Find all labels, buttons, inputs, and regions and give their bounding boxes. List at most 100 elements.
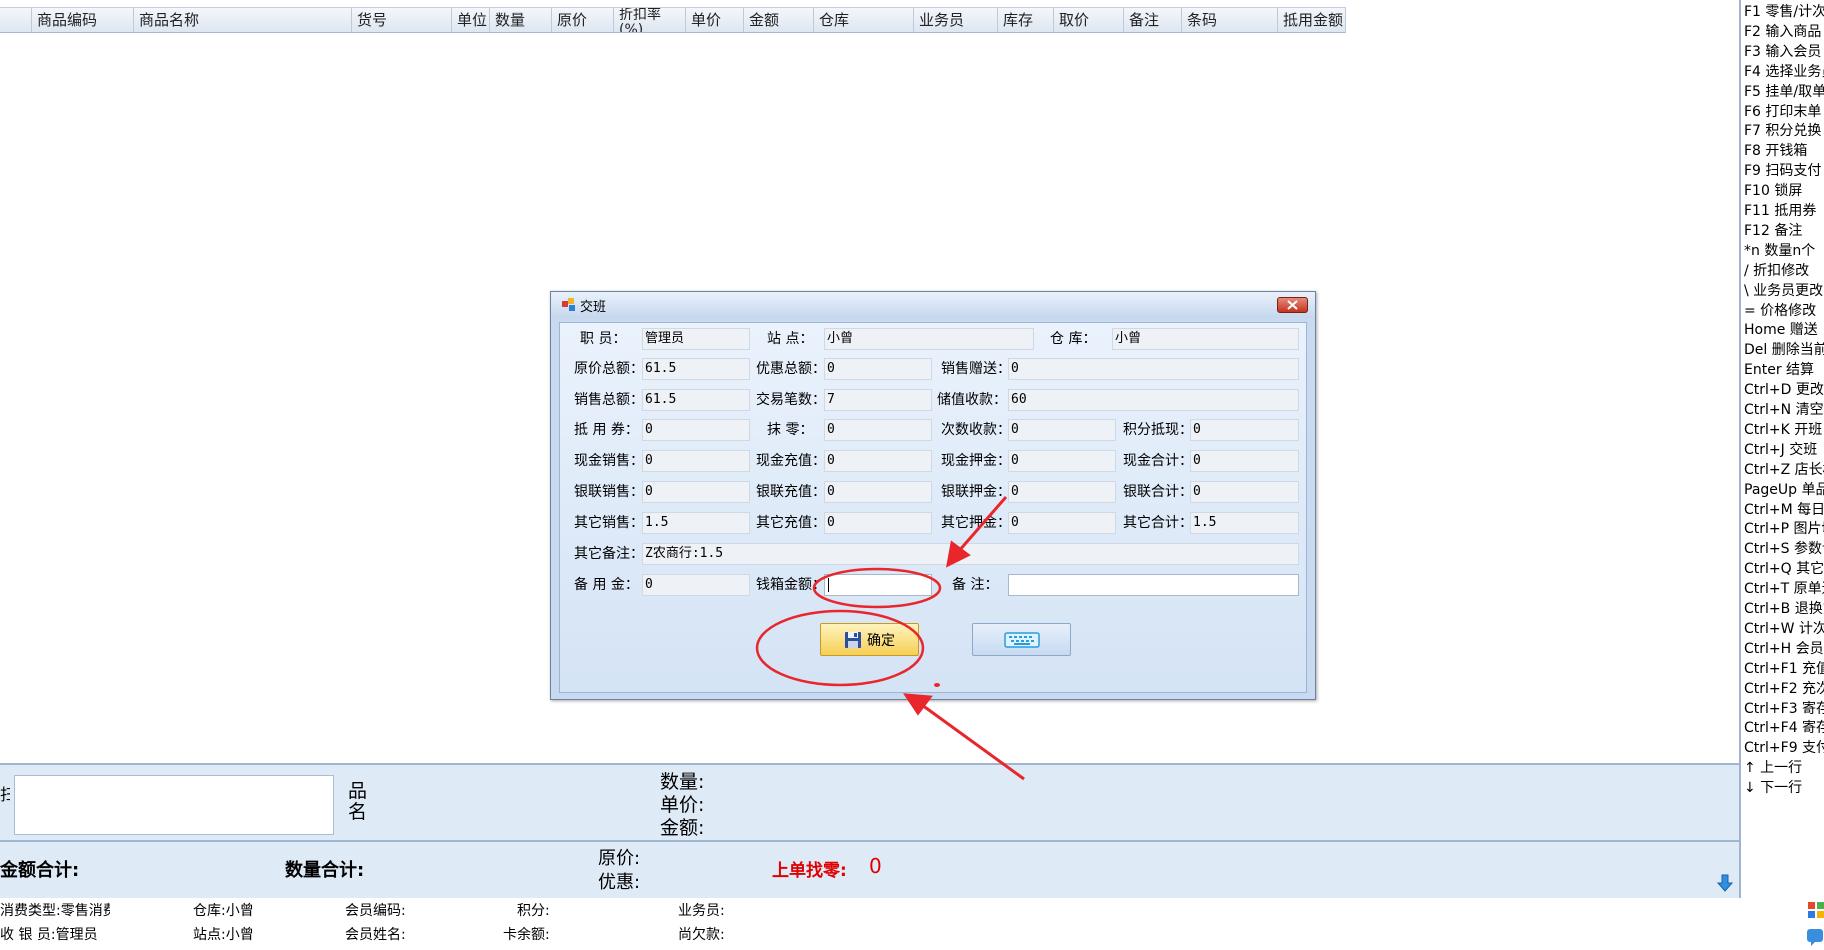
dialog-titlebar[interactable]: 交班 [551, 292, 1315, 318]
hotkey-item[interactable]: Ctrl+D 更改单 [1744, 380, 1824, 400]
hotkey-item[interactable]: Ctrl+Q 其它收 [1744, 559, 1824, 579]
field-unionpay-sales: 0 [642, 481, 750, 503]
hotkey-item[interactable]: Ctrl+P 图片切 [1744, 519, 1824, 539]
label-count-income: 次数收款： [941, 422, 1011, 438]
hotkey-item[interactable]: F9 扫码支付 [1744, 161, 1821, 181]
hotkey-item[interactable]: Ctrl+F4 寄存取 [1744, 718, 1824, 738]
confirm-button[interactable]: 确定 [820, 623, 919, 656]
hotkey-item[interactable]: *n 数量n个 [1744, 241, 1815, 261]
hotkey-item[interactable]: ↓ 下一行 [1744, 778, 1802, 798]
hotkey-item[interactable]: Ctrl+M 每日对 [1744, 500, 1824, 520]
chat-icon[interactable] [1806, 928, 1824, 946]
hotkey-item[interactable]: Ctrl+N 清空 [1744, 400, 1824, 420]
hotkey-item[interactable]: F8 开钱箱 [1744, 141, 1807, 161]
status-warehouse: 仓库:小曾 [193, 903, 254, 919]
hotkey-item[interactable]: Ctrl+F1 充值 [1744, 659, 1824, 679]
col-discount-rate[interactable]: 折扣率(%) [614, 8, 686, 32]
hotkey-item[interactable]: Ctrl+W 计次消 [1744, 619, 1824, 639]
hotkey-item[interactable]: Ctrl+S 参数设 [1744, 539, 1824, 559]
remark-input[interactable] [1008, 574, 1299, 596]
col-warehouse[interactable]: 仓库 [814, 8, 914, 32]
hotkey-item[interactable]: Ctrl+B 退换货 [1744, 599, 1824, 619]
soft-keyboard-button[interactable] [972, 623, 1071, 656]
field-petty-cash[interactable]: 0 [642, 574, 750, 596]
label-employee: 职 员： [580, 331, 627, 347]
field-other-deposit: 0 [1008, 512, 1116, 534]
hotkey-item[interactable]: F10 锁屏 [1744, 181, 1802, 201]
keyboard-icon [1003, 631, 1040, 648]
hotkey-item[interactable]: Ctrl+F3 寄存 [1744, 699, 1824, 719]
barcode-label: 扫描 [0, 785, 10, 804]
scroll-down-icon[interactable] [1716, 874, 1734, 892]
status-bar: 消费类型:零售消费 仓库:小曾 会员编码: 积分: 业务员: 收 银 员:管理员… [0, 898, 1824, 946]
text-caret [828, 578, 829, 592]
label-points-cash: 积分抵现： [1123, 422, 1193, 438]
hotkey-item[interactable]: / 折扣修改 [1744, 261, 1809, 281]
hotkey-item[interactable]: Ctrl+Z 店长权 [1744, 460, 1824, 480]
hotkey-item[interactable]: F11 抵用券 [1744, 201, 1816, 221]
label-stored-value-income: 储值收款： [937, 392, 1007, 408]
field-unionpay-deposit: 0 [1008, 481, 1116, 503]
hotkey-item[interactable]: Ctrl+F9 支付 [1744, 738, 1824, 758]
product-grid-header: 商品编码 商品名称 货号 单位 数量 原价 折扣率(%) 单价 金额 仓库 业务… [0, 7, 1346, 33]
label-other-remark: 其它备注： [574, 546, 644, 562]
app-grid-icon[interactable] [1808, 902, 1824, 918]
field-unionpay-total: 0 [1190, 481, 1299, 503]
col-quantity[interactable]: 数量 [490, 8, 552, 32]
close-icon [1287, 300, 1298, 310]
field-discount-total: 0 [824, 358, 932, 380]
label-other-total: 其它合计： [1123, 515, 1193, 531]
col-product-code[interactable]: 商品编码 [32, 8, 134, 32]
hotkey-item[interactable]: F5 挂单/取单 [1744, 82, 1824, 102]
hotkey-item[interactable]: Enter 结算 [1744, 360, 1814, 380]
label-cashbox-amount: 钱箱金额： [756, 577, 826, 593]
field-warehouse: 小曾 [1112, 328, 1299, 350]
dialog-close-button[interactable] [1277, 297, 1308, 313]
hotkey-item[interactable]: F2 输入商品 [1744, 22, 1821, 42]
hotkey-item[interactable]: = 价格修改 [1744, 301, 1816, 321]
hotkey-item[interactable]: ↑ 上一行 [1744, 758, 1802, 778]
col-price-source[interactable]: 取价 [1054, 8, 1124, 32]
hotkey-item[interactable]: PageUp 单品折 [1744, 480, 1824, 500]
barcode-input[interactable] [14, 775, 334, 835]
amount-total-label: 金额合计: [0, 860, 80, 881]
status-points: 积分: [517, 903, 550, 919]
col-remark[interactable]: 备注 [1124, 8, 1182, 32]
hotkey-item[interactable]: Ctrl+T 原单退 [1744, 579, 1824, 599]
col-amount[interactable]: 金额 [744, 8, 814, 32]
hotkey-item[interactable]: Ctrl+F2 充次 [1744, 679, 1824, 699]
hotkey-item[interactable]: \ 业务员更改 [1744, 281, 1823, 301]
hotkey-item[interactable]: F1 零售/计次 [1744, 2, 1824, 22]
hotkey-item[interactable]: F4 选择业务员 [1744, 62, 1824, 82]
label-petty-cash: 备 用 金： [574, 577, 639, 593]
hotkey-item[interactable]: Ctrl+K 开班 [1744, 420, 1822, 440]
cashbox-amount-input[interactable] [824, 574, 932, 596]
last-change-value: 0 [869, 854, 882, 878]
col-item-number[interactable]: 货号 [352, 8, 452, 32]
status-member-code: 会员编码: [345, 903, 406, 919]
col-barcode[interactable]: 条码 [1182, 8, 1278, 32]
hotkey-item[interactable]: Home 赠送 [1744, 320, 1818, 340]
col-unit-price[interactable]: 单价 [686, 8, 744, 32]
col-stock[interactable]: 库存 [998, 8, 1054, 32]
col-original-price[interactable]: 原价 [552, 8, 614, 32]
hotkey-item[interactable]: Del 删除当前 [1744, 340, 1824, 360]
field-stored-value-income: 60 [1008, 389, 1299, 411]
field-other-sales: 1.5 [642, 512, 750, 534]
hotkey-item[interactable]: Ctrl+H 会员管 [1744, 639, 1824, 659]
field-unionpay-recharge: 0 [824, 481, 932, 503]
label-station: 站 点： [767, 331, 814, 347]
hotkey-item[interactable]: Ctrl+J 交班 [1744, 440, 1817, 460]
col-salesperson[interactable]: 业务员 [914, 8, 998, 32]
confirm-button-label: 确定 [867, 632, 895, 649]
shift-handover-dialog: 交班 职 员： 管理员 站 点： 小曾 仓 库： 小曾 原价总额： 61.5 优… [550, 291, 1316, 700]
field-voucher: 0 [642, 419, 750, 441]
col-unit[interactable]: 单位 [452, 8, 490, 32]
col-product-name[interactable]: 商品名称 [134, 8, 352, 32]
col-voucher-amount[interactable]: 抵用金额 [1278, 8, 1346, 32]
label-other-recharge: 其它充值： [756, 515, 826, 531]
hotkey-item[interactable]: F6 打印末单 [1744, 102, 1821, 122]
hotkey-item[interactable]: F3 输入会员 [1744, 42, 1821, 62]
hotkey-item[interactable]: F12 备注 [1744, 221, 1802, 241]
hotkey-item[interactable]: F7 积分兑换 [1744, 121, 1821, 141]
